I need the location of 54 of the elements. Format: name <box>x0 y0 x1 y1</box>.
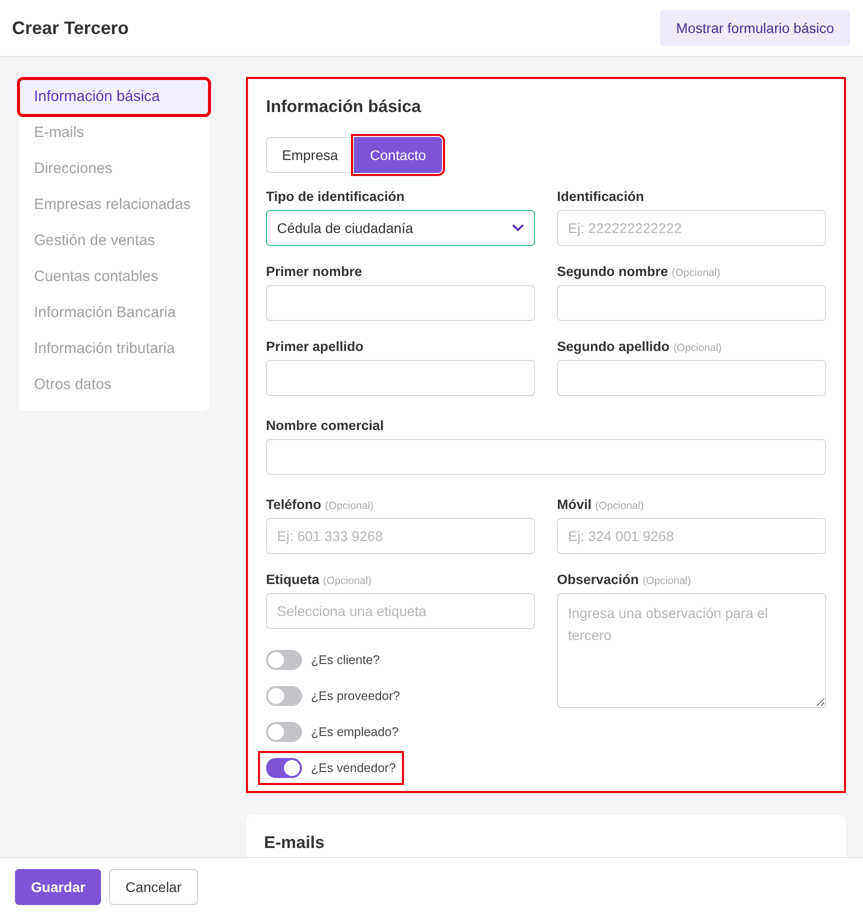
sidebar-item[interactable]: Gestión de ventas <box>19 223 209 259</box>
sidebar-item[interactable]: Información básica <box>19 79 209 115</box>
sidebar-item[interactable]: Cuentas contables <box>19 259 209 295</box>
field-label: Móvil <box>557 497 592 512</box>
section-title: Información básica <box>266 97 422 117</box>
input-field[interactable]: Ej: 324 001 9268 <box>557 518 826 554</box>
field-label: Primer nombre <box>266 264 362 279</box>
field-label: Etiqueta <box>266 572 320 587</box>
sidebar-item[interactable]: Empresas relacionadas <box>19 187 209 223</box>
optional-hint: (Opcional) <box>673 342 722 354</box>
tab[interactable]: Contacto <box>354 137 442 173</box>
optional-hint: (Opcional) <box>323 575 372 587</box>
field-label: Segundo nombre <box>557 264 668 279</box>
optional-hint: (Opcional) <box>642 575 691 587</box>
tab[interactable]: Empresa <box>266 137 354 173</box>
select-field[interactable]: Cédula de ciudadanía <box>266 210 535 246</box>
toggle-switch[interactable] <box>266 686 302 706</box>
chevron-down-icon <box>512 224 524 232</box>
toggle-switch[interactable] <box>266 758 302 778</box>
field-label: Identificación <box>557 189 644 204</box>
sidebar-item[interactable]: Información Bancaria <box>19 295 209 331</box>
toggle-label: ¿Es vendedor? <box>311 761 396 775</box>
toggle-label: ¿Es empleado? <box>311 725 399 739</box>
sidebar-item[interactable]: Información tributaria <box>19 331 209 367</box>
input-field[interactable] <box>557 360 826 396</box>
field-label: Segundo apellido <box>557 339 670 354</box>
sidebar-item[interactable]: Otros datos <box>19 367 209 403</box>
textarea-field[interactable]: Ingresa una observación para el tercero <box>557 593 826 708</box>
toggle-switch[interactable] <box>266 722 302 742</box>
toggle-switch[interactable] <box>266 650 302 670</box>
field-label: Tipo de identificación <box>266 189 405 204</box>
basic-form-button[interactable]: Mostrar formulario básico <box>660 10 850 46</box>
cancel-button[interactable]: Cancelar <box>109 868 198 904</box>
toggle-label: ¿Es proveedor? <box>311 689 400 703</box>
field-label: Teléfono <box>266 497 322 512</box>
optional-hint: (Opcional) <box>672 267 720 279</box>
optional-hint: (Opcional) <box>325 500 374 512</box>
save-button[interactable]: Guardar <box>15 868 102 904</box>
field-label: Nombre comercial <box>266 418 384 433</box>
input-field[interactable]: Selecciona una etiqueta <box>266 593 535 629</box>
sidebar-item[interactable]: Direcciones <box>19 151 209 187</box>
input-field[interactable]: Ej: 222222222222 <box>557 210 826 246</box>
page-title: Crear Tercero <box>12 18 129 38</box>
section-title: E-mails <box>264 833 326 853</box>
optional-hint: (Opcional) <box>595 500 644 512</box>
field-label: Primer apellido <box>266 339 364 354</box>
sidebar-item[interactable]: E-mails <box>19 115 209 151</box>
input-field[interactable] <box>266 285 535 321</box>
toggle-label: ¿Es cliente? <box>311 653 380 667</box>
input-field[interactable] <box>266 360 535 396</box>
field-label: Observación <box>557 572 639 587</box>
input-field[interactable] <box>557 285 826 321</box>
input-field[interactable]: Ej: 601 333 9268 <box>266 518 535 554</box>
input-field[interactable] <box>266 439 826 475</box>
